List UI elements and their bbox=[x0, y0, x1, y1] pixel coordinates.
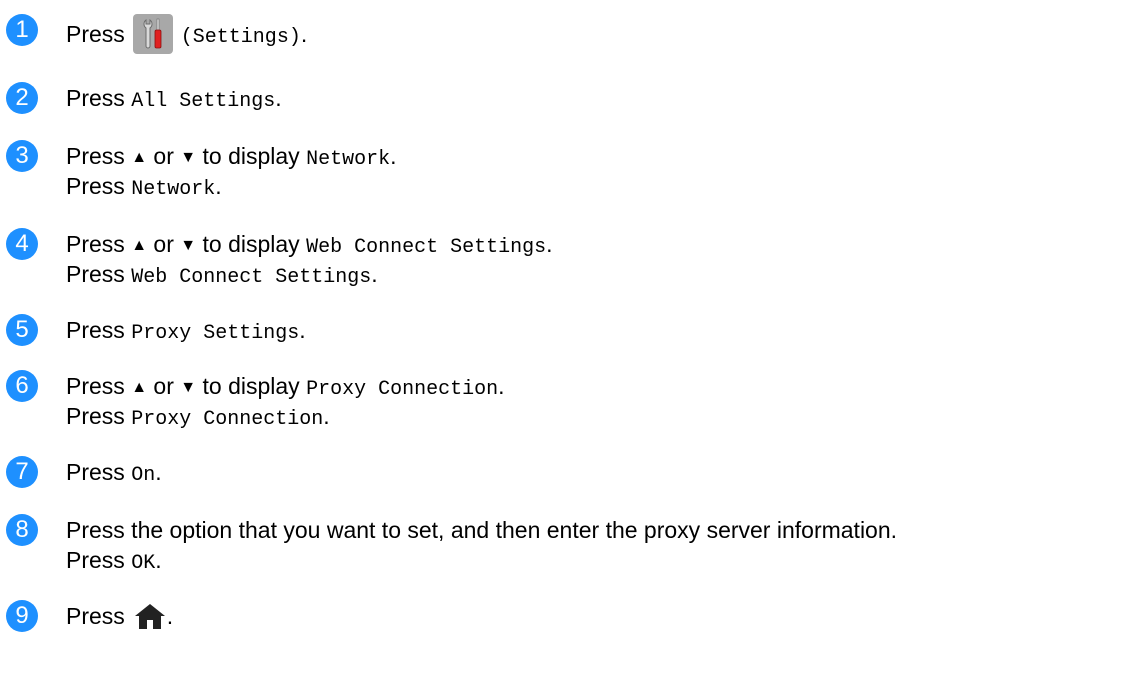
step-8-line-1: Press the option that you want to set, a… bbox=[66, 517, 898, 543]
home-button[interactable] bbox=[133, 601, 167, 631]
menu-option: Web Connect Settings bbox=[131, 266, 372, 289]
step-number: 8 bbox=[6, 514, 38, 546]
step-5-line: Press Proxy Settings. bbox=[66, 317, 306, 345]
up-arrow-icon: ▲ bbox=[131, 149, 148, 166]
step-1-line: Press (Settings). bbox=[66, 14, 307, 56]
step-7-line: Press On. bbox=[66, 459, 162, 487]
step-number: 1 bbox=[6, 14, 38, 46]
step-number: 5 bbox=[6, 314, 38, 346]
step-number: 3 bbox=[6, 140, 38, 172]
menu-option: Proxy Connection bbox=[306, 378, 499, 401]
menu-option: OK bbox=[131, 552, 156, 575]
settings-tools-icon bbox=[133, 14, 173, 54]
step-4-line-2: Press Web Connect Settings. bbox=[66, 261, 378, 289]
menu-option: Web Connect Settings bbox=[306, 236, 547, 259]
menu-option: Network bbox=[131, 178, 216, 201]
step-number: 9 bbox=[6, 600, 38, 632]
step-6-line-1: Press ▲ or ▼ to display Proxy Connection… bbox=[66, 373, 505, 401]
step-number: 7 bbox=[6, 456, 38, 488]
menu-option: All Settings bbox=[131, 90, 276, 113]
step-3-line-2: Press Network. bbox=[66, 173, 222, 201]
down-arrow-icon: ▼ bbox=[180, 237, 197, 254]
menu-option: Network bbox=[306, 148, 391, 171]
menu-option: Proxy Settings bbox=[131, 322, 300, 345]
press-word: Press bbox=[66, 21, 125, 48]
up-arrow-icon: ▲ bbox=[131, 379, 148, 396]
menu-option: Proxy Connection bbox=[131, 408, 324, 431]
step-9-line: Press . bbox=[66, 602, 173, 633]
step-number: 6 bbox=[6, 370, 38, 402]
settings-label: (Settings) bbox=[180, 26, 301, 50]
step-6-line-2: Press Proxy Connection. bbox=[66, 403, 330, 431]
step-4-line-1: Press ▲ or ▼ to display Web Connect Sett… bbox=[66, 231, 553, 259]
step-number: 2 bbox=[6, 82, 38, 114]
up-arrow-icon: ▲ bbox=[131, 237, 148, 254]
step-8-line-2: Press OK. bbox=[66, 547, 162, 575]
home-icon bbox=[133, 601, 167, 631]
down-arrow-icon: ▼ bbox=[180, 379, 197, 396]
step-2-line: Press All Settings. bbox=[66, 85, 282, 113]
menu-option: On bbox=[131, 464, 156, 487]
step-number: 4 bbox=[6, 228, 38, 260]
settings-button[interactable] bbox=[132, 14, 173, 54]
step-3-line-1: Press ▲ or ▼ to display Network. bbox=[66, 143, 397, 171]
down-arrow-icon: ▼ bbox=[180, 149, 197, 166]
